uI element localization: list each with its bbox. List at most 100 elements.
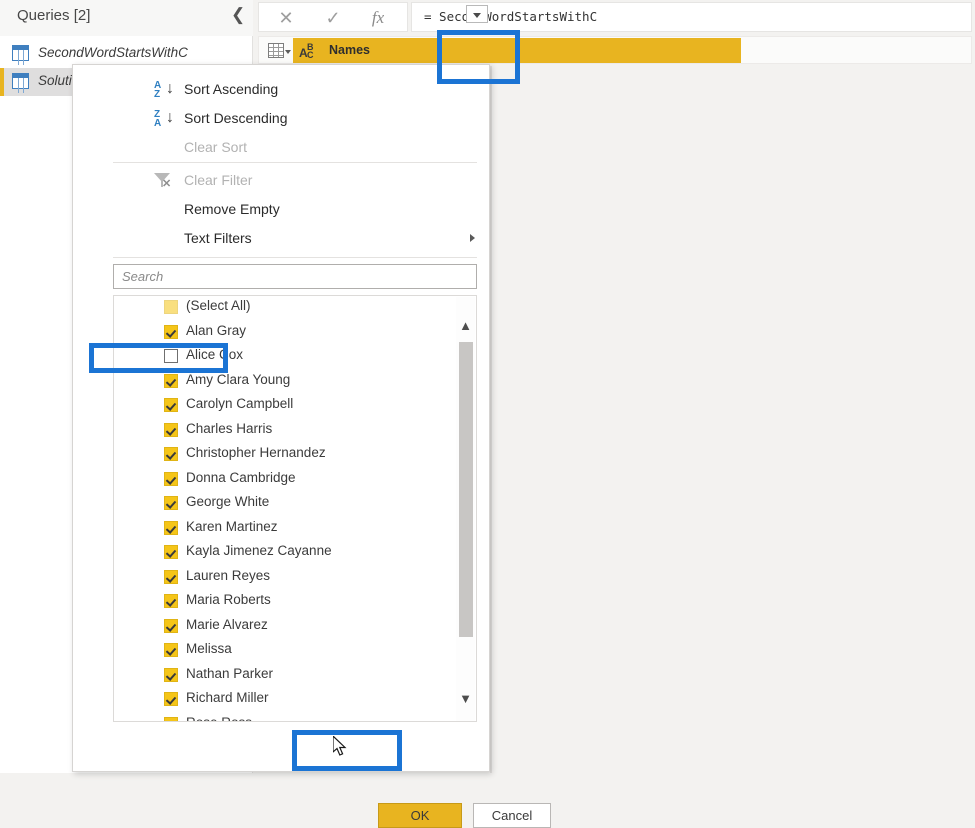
filter-value-row[interactable]: Maria Roberts [114, 590, 456, 615]
filter-value-checkbox[interactable] [164, 324, 178, 339]
menu-item-label: Clear Filter [184, 172, 253, 188]
cancel-button[interactable]: Cancel [473, 803, 551, 828]
check-icon[interactable]: ✓ [322, 7, 344, 29]
filter-value-label: Richard Miller [186, 690, 269, 705]
filter-value-row[interactable]: Donna Cambridge [114, 468, 456, 493]
menu-item-sort-descending[interactable]: Z A ↓ Sort Descending [74, 104, 490, 133]
filter-value-label: Melissa [186, 641, 232, 656]
filter-value-checkbox[interactable] [164, 447, 178, 461]
select-all-columns-cell[interactable] [260, 38, 292, 62]
filter-value-checkbox[interactable] [164, 667, 178, 682]
menu-separator [113, 257, 477, 258]
filter-value-checkbox[interactable] [164, 398, 178, 412]
ok-button[interactable]: OK [378, 803, 462, 828]
filter-value-checkbox[interactable] [164, 496, 178, 510]
filter-value-row[interactable]: George White [114, 492, 456, 517]
filter-value-row[interactable]: Lauren Reyes [114, 566, 456, 591]
filter-value-row[interactable]: Christopher Hernandez [114, 443, 456, 468]
filter-value-row[interactable]: (Select All) [114, 296, 456, 321]
menu-item-text-filters[interactable]: Text Filters [74, 224, 490, 253]
fx-icon[interactable]: fx [367, 7, 389, 29]
filter-value-row[interactable]: Karen Martinez [114, 517, 456, 542]
column-header-names[interactable]: A B C Names [293, 38, 741, 63]
chevron-down-icon[interactable] [285, 50, 291, 54]
filter-value-row[interactable]: Amy Clara Young [114, 370, 456, 395]
scrollbar-thumb[interactable] [459, 342, 473, 637]
down-arrow-icon: ↓ [166, 80, 174, 97]
filter-value-checkbox[interactable] [164, 569, 178, 584]
clear-filter-icon: ✕ [154, 173, 174, 190]
column-filter-dropdown-button[interactable] [466, 5, 488, 23]
chevron-left-icon[interactable]: ❮ [231, 5, 245, 25]
filter-value-row[interactable]: Rose Ross [114, 713, 456, 722]
filter-value-checkbox[interactable] [164, 643, 178, 657]
filter-value-checkbox[interactable] [164, 349, 178, 363]
menu-item-sort-ascending[interactable]: A Z ↓ Sort Ascending [74, 75, 490, 104]
filter-value-row[interactable]: Richard Miller [114, 688, 456, 713]
filter-value-label: Alan Gray [186, 322, 247, 338]
filter-value-label: Amy Clara Young [186, 371, 291, 387]
filter-search-box[interactable] [113, 264, 477, 289]
menu-item-label: Clear Sort [184, 139, 248, 155]
column-header-label: Names [329, 43, 370, 57]
menu-separator [113, 162, 477, 163]
menu-item-label: Sort Ascending [184, 81, 279, 97]
filter-value-row[interactable]: Alan Gray [114, 321, 456, 346]
filter-value-label: Marie Alvarez [186, 616, 268, 632]
filter-value-row[interactable]: Melissa [114, 639, 456, 664]
chevron-down-icon[interactable]: ▼ [456, 690, 475, 708]
filter-value-row[interactable]: Alice Cox [114, 345, 456, 370]
menu-item-clear-filter: ✕ Clear Filter [74, 166, 490, 195]
sort-letter-bottom: A [154, 118, 162, 129]
abc-text-type-icon: A B C [299, 42, 325, 60]
x-mark: ✕ [162, 178, 172, 190]
filter-value-checkbox[interactable] [164, 520, 178, 535]
formula-bar-icons: ✕ ✓ fx [258, 2, 408, 32]
filter-value-checkbox[interactable] [164, 692, 178, 706]
down-arrow-icon: ↓ [166, 109, 174, 126]
abc-letter-c: C [307, 50, 314, 60]
filter-value-label: (Select All) [186, 298, 251, 313]
table-icon [12, 73, 29, 89]
filter-value-list-items: (Select All) Alan Gray Alice Cox Amy Clara … [114, 296, 456, 722]
filter-value-label: Alice Cox [186, 347, 244, 362]
filter-value-row[interactable]: Charles Harris [114, 419, 456, 444]
column-filter-dropdown-panel: A Z ↓ Sort Ascending Z A ↓ Sort Descendi… [72, 64, 551, 828]
chevron-right-icon [470, 234, 475, 242]
filter-value-list[interactable]: (Select All) Alan Gray Alice Cox Amy Clara … [113, 295, 477, 722]
filter-value-checkbox[interactable] [164, 545, 178, 559]
filter-list-scrollbar[interactable]: ▲ ▼ [456, 297, 475, 721]
filter-value-label: Carolyn Campbell [186, 396, 294, 411]
filter-value-checkbox[interactable] [164, 594, 178, 608]
menu-item-label: Text Filters [184, 230, 252, 246]
filter-value-label: George White [186, 494, 270, 509]
filter-value-row[interactable]: Kayla Jimenez Cayanne [114, 541, 456, 566]
sort-ascending-icon: A Z ↓ [154, 80, 176, 100]
filter-value-checkbox[interactable] [164, 471, 178, 486]
filter-value-label: Charles Harris [186, 420, 273, 436]
filter-value-label: Rose Ross [186, 714, 253, 722]
formula-text: = SecondWordStartsWithC [424, 9, 598, 24]
sort-descending-icon: Z A ↓ [154, 109, 176, 129]
formula-input[interactable]: = SecondWordStartsWithC [411, 2, 972, 32]
menu-item-clear-sort: Clear Sort [74, 133, 490, 162]
filter-value-label: Donna Cambridge [186, 469, 296, 485]
menu-item-remove-empty[interactable]: Remove Empty [74, 195, 490, 224]
chevron-up-icon[interactable]: ▲ [456, 317, 475, 335]
formula-bar: ✕ ✓ fx = SecondWordStartsWithC [258, 2, 972, 32]
table-column-header-row: A B C Names [258, 36, 972, 64]
queries-pane-title: Queries [2] [17, 7, 91, 24]
filter-value-row[interactable]: Marie Alvarez [114, 615, 456, 640]
filter-value-label: Karen Martinez [186, 518, 278, 534]
filter-value-checkbox[interactable] [164, 373, 178, 388]
filter-value-checkbox[interactable] [164, 716, 178, 721]
search-input[interactable] [114, 265, 476, 288]
filter-value-checkbox[interactable] [164, 422, 178, 437]
close-icon[interactable]: ✕ [275, 7, 297, 29]
filter-value-label: Lauren Reyes [186, 567, 271, 583]
filter-value-row[interactable]: Carolyn Campbell [114, 394, 456, 419]
filter-value-row[interactable]: Nathan Parker [114, 664, 456, 689]
menu-item-label: Remove Empty [184, 201, 280, 217]
filter-value-checkbox[interactable] [164, 300, 178, 314]
filter-value-checkbox[interactable] [164, 618, 178, 633]
